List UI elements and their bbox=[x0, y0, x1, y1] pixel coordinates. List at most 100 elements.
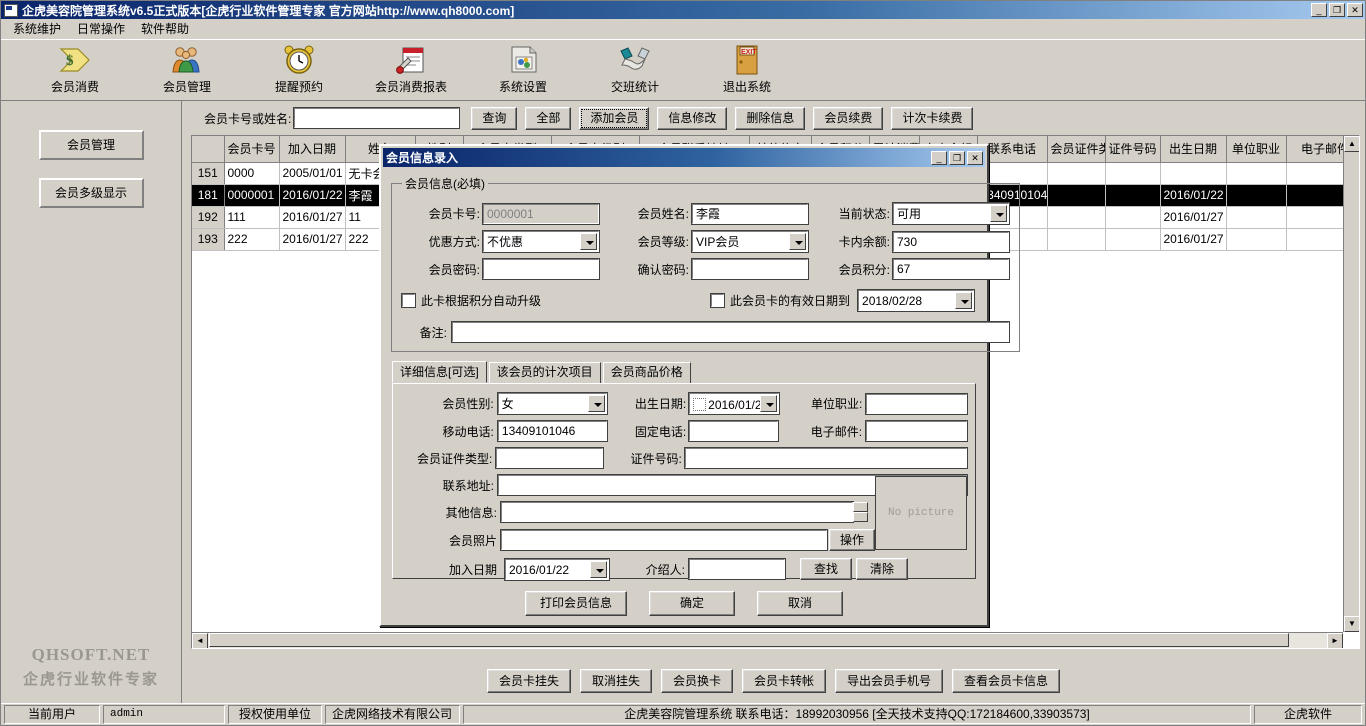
cancel-lost-button[interactable]: 取消挂失 bbox=[579, 669, 652, 693]
chevron-down-icon[interactable] bbox=[587, 395, 605, 412]
tab-count-items[interactable]: 该会员的计次项目 bbox=[488, 362, 601, 383]
chevron-down-icon[interactable] bbox=[955, 292, 973, 309]
search-input[interactable] bbox=[293, 107, 461, 129]
gender-combo[interactable]: 女 bbox=[496, 392, 608, 415]
toolbar-button-member-manage[interactable]: 会员管理 bbox=[131, 40, 243, 95]
chevron-down-icon[interactable] bbox=[590, 560, 607, 578]
close-icon[interactable]: ✕ bbox=[1347, 3, 1363, 17]
view-card-info-button[interactable]: 查看会员卡信息 bbox=[952, 669, 1061, 693]
cell-id-no bbox=[1105, 228, 1161, 251]
expiry-date-combo[interactable]: 2018/02/28 bbox=[857, 289, 976, 312]
col-occupation[interactable]: 单位职业 bbox=[1226, 136, 1287, 163]
telephone-field[interactable] bbox=[688, 420, 780, 442]
occupation-field[interactable] bbox=[865, 392, 968, 415]
birth-date-picker[interactable]: 2016/01/22 bbox=[688, 392, 780, 415]
find-referrer-button[interactable]: 查找 bbox=[800, 558, 853, 580]
gender-value: 女 bbox=[501, 397, 514, 411]
toolbar-button-exit[interactable]: EXIT 退出系统 bbox=[691, 40, 803, 95]
ok-button[interactable]: 确定 bbox=[648, 591, 735, 616]
id-no-field[interactable] bbox=[683, 447, 969, 469]
level-label: 会员等级: bbox=[637, 235, 689, 249]
status-combo[interactable]: 可用 bbox=[892, 202, 1010, 225]
col-birth-date[interactable]: 出生日期 bbox=[1160, 136, 1227, 163]
clear-referrer-button[interactable]: 清除 bbox=[856, 558, 909, 580]
mobile-field[interactable]: 13409101046 bbox=[496, 420, 608, 442]
toolbar-button-member-consume[interactable]: $ 会员消费 bbox=[19, 40, 131, 95]
edit-info-button[interactable]: 信息修改 bbox=[657, 106, 728, 130]
toolbar-button-consume-report[interactable]: 会员消费报表 bbox=[355, 40, 467, 95]
discount-combo[interactable]: 不优惠 bbox=[482, 230, 600, 253]
toolbar-button-reminder[interactable]: 提醒预约 bbox=[243, 40, 355, 95]
brand-line-2: 企虎行业软件专家 bbox=[22, 672, 159, 688]
photo-field[interactable] bbox=[500, 529, 828, 551]
balance-field[interactable]: 730 bbox=[892, 230, 1010, 253]
required-info-group: 会员信息(必填) 会员卡号: 0000001 会员姓名: 李霞 当前状态: 可用… bbox=[391, 175, 1020, 352]
grid-vertical-scrollbar[interactable]: ▲ ▼ bbox=[1343, 136, 1359, 632]
col-card-no[interactable]: 会员卡号 bbox=[224, 136, 280, 163]
dialog-title: 会员信息录入 bbox=[386, 151, 459, 165]
points-field[interactable]: 67 bbox=[892, 258, 1010, 280]
join-date-picker[interactable]: 2016/01/22 bbox=[504, 557, 610, 581]
chevron-down-icon[interactable] bbox=[580, 233, 597, 250]
row-idtype-idno: 会员证件类型: 证件号码: bbox=[401, 447, 969, 469]
tab-detail-info[interactable]: 详细信息[可选] bbox=[392, 361, 487, 383]
menu-item-help[interactable]: 软件帮助 bbox=[133, 18, 197, 39]
scroll-down-icon[interactable]: ▼ bbox=[1344, 616, 1359, 632]
query-button[interactable]: 查询 bbox=[471, 106, 518, 130]
auto-upgrade-checkbox[interactable] bbox=[401, 293, 416, 308]
svg-text:EXIT: EXIT bbox=[741, 49, 757, 56]
scroll-left-icon[interactable]: ◄ bbox=[192, 633, 208, 648]
toolbar-button-system-settings[interactable]: 系统设置 bbox=[467, 40, 579, 95]
email-field[interactable] bbox=[865, 420, 969, 442]
scroll-right-icon[interactable]: ► bbox=[1327, 633, 1343, 648]
referrer-field[interactable] bbox=[688, 558, 786, 580]
remark-field[interactable] bbox=[451, 321, 1010, 343]
count-card-renew-button[interactable]: 计次卡续费 bbox=[891, 106, 974, 130]
scroll-up-icon[interactable]: ▲ bbox=[1344, 136, 1359, 152]
toolbar-button-shift-stats[interactable]: 交班统计 bbox=[579, 40, 691, 95]
other-info-spinner[interactable] bbox=[853, 502, 868, 522]
col-join-date[interactable]: 加入日期 bbox=[279, 136, 346, 163]
sidebar-button-multilevel[interactable]: 会员多级显示 bbox=[38, 178, 144, 208]
minimize-icon[interactable]: _ bbox=[1311, 3, 1327, 17]
report-lost-card-button[interactable]: 会员卡挂失 bbox=[486, 669, 571, 693]
dialog-maximize-icon[interactable]: ❐ bbox=[949, 150, 965, 165]
change-card-button[interactable]: 会员换卡 bbox=[660, 669, 733, 693]
other-info-field[interactable] bbox=[500, 501, 854, 523]
maximize-icon[interactable]: ❐ bbox=[1329, 3, 1345, 17]
menu-item-daily[interactable]: 日常操作 bbox=[69, 18, 133, 39]
password-field[interactable] bbox=[482, 258, 600, 280]
chevron-down-icon[interactable] bbox=[990, 205, 1007, 222]
grid-horizontal-scrollbar[interactable]: ◄ ► bbox=[192, 632, 1343, 648]
card-transfer-button[interactable]: 会员卡转帐 bbox=[742, 669, 827, 693]
card-no-field[interactable]: 0000001 bbox=[482, 202, 600, 225]
member-photo-placeholder: No picture bbox=[875, 476, 967, 550]
add-member-button[interactable]: 添加会员 bbox=[579, 106, 650, 130]
all-button[interactable]: 全部 bbox=[525, 106, 572, 130]
h-scroll-thumb[interactable] bbox=[209, 633, 1289, 647]
delete-info-button[interactable]: 删除信息 bbox=[735, 106, 806, 130]
cell-id-type bbox=[1047, 206, 1106, 229]
id-type-field[interactable] bbox=[495, 447, 605, 469]
other-info-label: 其他信息: bbox=[445, 505, 497, 520]
cancel-button[interactable]: 取消 bbox=[757, 591, 844, 616]
col-rownum[interactable] bbox=[192, 136, 225, 163]
expiry-checkbox[interactable] bbox=[710, 293, 726, 308]
print-member-info-button[interactable]: 打印会员信息 bbox=[524, 591, 627, 616]
photo-action-button[interactable]: 操作 bbox=[829, 529, 876, 551]
dialog-close-icon[interactable]: ✕ bbox=[967, 150, 983, 165]
chevron-down-icon[interactable] bbox=[759, 395, 777, 412]
renew-button[interactable]: 会员续费 bbox=[813, 106, 884, 130]
col-id-type[interactable]: 会员证件类型 bbox=[1047, 136, 1106, 163]
tab-product-price[interactable]: 会员商品价格 bbox=[602, 362, 691, 383]
name-field[interactable]: 李霞 bbox=[691, 202, 809, 225]
confirm-password-field[interactable] bbox=[691, 258, 809, 280]
sidebar-button-member-manage[interactable]: 会员管理 bbox=[38, 130, 144, 160]
cell-id-type bbox=[1047, 228, 1106, 251]
col-id-no[interactable]: 证件号码 bbox=[1105, 136, 1161, 163]
dialog-minimize-icon[interactable]: _ bbox=[931, 150, 947, 165]
chevron-down-icon[interactable] bbox=[789, 233, 806, 250]
export-phones-button[interactable]: 导出会员手机号 bbox=[835, 669, 944, 693]
level-combo[interactable]: VIP会员 bbox=[691, 230, 809, 253]
menu-item-system[interactable]: 系统维护 bbox=[5, 18, 69, 39]
